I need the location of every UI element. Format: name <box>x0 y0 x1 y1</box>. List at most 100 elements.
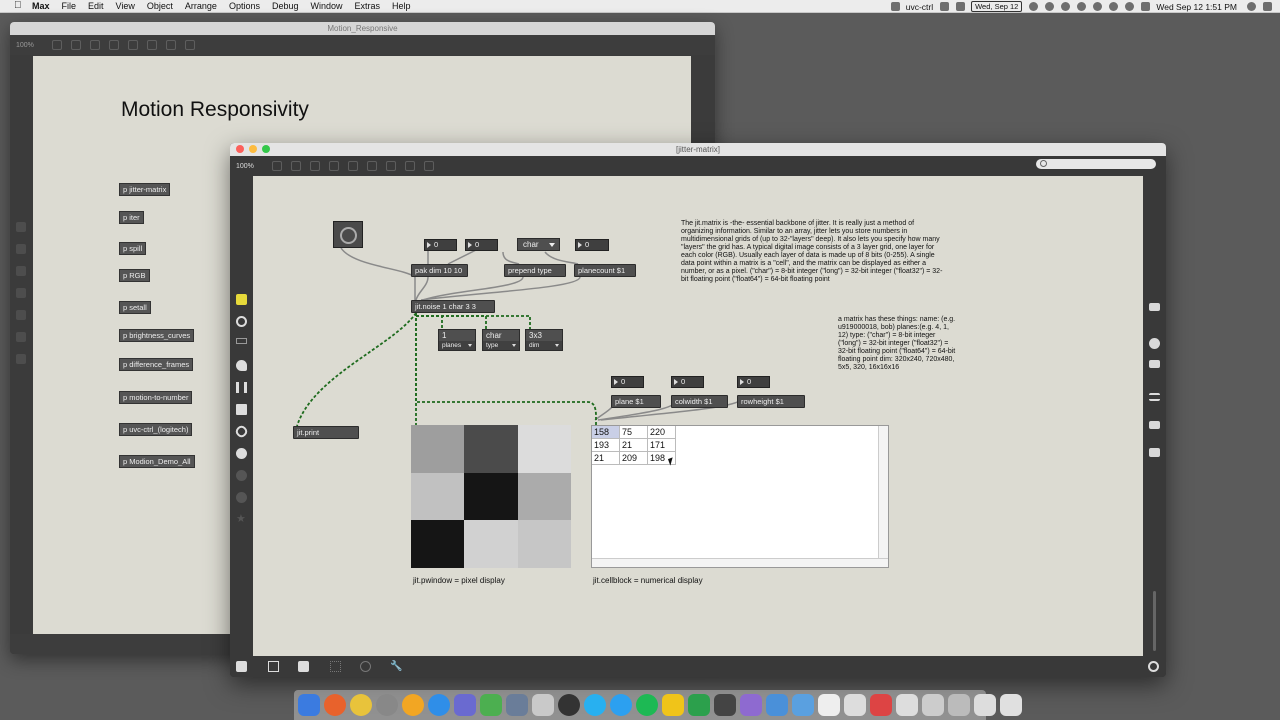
minimize-icon[interactable] <box>249 145 257 153</box>
zoom-icon[interactable] <box>262 145 270 153</box>
sync-icon[interactable] <box>1045 2 1055 11</box>
back-zoom-level[interactable]: 100% <box>16 42 34 49</box>
subpatcher-motion-to-number[interactable]: p motion-to-number <box>119 391 193 404</box>
cell-r2-c1[interactable]: 209 <box>620 452 648 465</box>
planecount-message[interactable]: planecount $1 <box>574 264 636 277</box>
snap-icon[interactable] <box>360 661 371 672</box>
document-stack-icon[interactable] <box>818 694 840 716</box>
jit-pwindow[interactable] <box>411 425 571 568</box>
menu-arrange[interactable]: Arrange <box>185 1 217 11</box>
cell-r2-c0[interactable]: 21 <box>592 452 620 465</box>
pak-object[interactable]: pak dim 10 10 <box>411 264 468 277</box>
type-attrui[interactable]: char type <box>482 329 520 351</box>
menu-object[interactable]: Object <box>147 1 173 11</box>
paint-app-icon[interactable] <box>740 694 762 716</box>
console-icon[interactable] <box>1149 303 1160 311</box>
cell-r0-c0[interactable]: 158 <box>592 426 620 439</box>
new-object-icon[interactable] <box>290 161 301 171</box>
plugin-icon[interactable] <box>236 448 247 459</box>
book-icon[interactable] <box>1149 421 1160 429</box>
menu-file[interactable]: File <box>62 1 77 11</box>
search-input[interactable] <box>1036 159 1156 169</box>
window-thumbnail-icon[interactable] <box>896 694 918 716</box>
window-thumbnail-icon[interactable] <box>870 694 892 716</box>
power-icon[interactable] <box>1148 661 1159 672</box>
cell-r1-c0[interactable]: 193 <box>592 439 620 452</box>
rowheight-message[interactable]: rowheight $1 <box>737 395 805 408</box>
image-icon[interactable] <box>236 404 247 415</box>
inspector-icon[interactable] <box>1149 338 1160 349</box>
patch-canvas[interactable]: 0 0 char 0 pak dim 10 10 prepend type pl… <box>253 176 1143 656</box>
volume-icon[interactable] <box>1141 2 1151 11</box>
zoom-slider[interactable] <box>1153 591 1156 651</box>
debug-icon[interactable] <box>404 161 415 171</box>
mail-icon[interactable] <box>956 2 966 11</box>
subpatcher-iter[interactable]: p iter <box>119 211 144 224</box>
messages-icon[interactable] <box>584 694 606 716</box>
finder-icon[interactable] <box>298 694 320 716</box>
dim-attrui[interactable]: 3x3 dim <box>525 329 563 351</box>
search-icon[interactable] <box>1247 2 1256 11</box>
cloud-icon[interactable] <box>1093 2 1103 11</box>
planes-attrui[interactable]: 1 planes <box>438 329 476 351</box>
window-thumbnail-icon[interactable] <box>844 694 866 716</box>
back-sidebar-icon[interactable] <box>16 332 26 342</box>
jit-print-object[interactable]: jit.print <box>293 426 359 439</box>
terminal-icon[interactable] <box>714 694 736 716</box>
text-editor-icon[interactable] <box>532 694 554 716</box>
help-circle-icon[interactable] <box>236 492 247 503</box>
notification-list-icon[interactable] <box>1263 2 1272 11</box>
back-sidebar-icon[interactable] <box>16 266 26 276</box>
safari-icon[interactable] <box>428 694 450 716</box>
keep-notes-icon[interactable] <box>662 694 684 716</box>
align-icon[interactable] <box>146 40 157 50</box>
number-box-dim-y[interactable]: 0 <box>465 239 498 251</box>
trash-icon[interactable] <box>1000 694 1022 716</box>
packages-icon[interactable] <box>236 470 247 481</box>
menu-debug[interactable]: Debug <box>272 1 299 11</box>
debug-icon[interactable] <box>165 40 176 50</box>
delete-icon[interactable] <box>328 161 339 171</box>
cell-r0-c1[interactable]: 75 <box>620 426 648 439</box>
camera-status-icon[interactable] <box>890 2 900 11</box>
pin-icon[interactable] <box>423 161 434 171</box>
pin-icon[interactable] <box>184 40 195 50</box>
time-machine-icon[interactable] <box>1077 2 1087 11</box>
menu-edit[interactable]: Edit <box>88 1 104 11</box>
presentation-icon[interactable] <box>51 40 62 50</box>
layers-icon[interactable] <box>385 161 396 171</box>
list-icon[interactable] <box>1149 393 1160 401</box>
evernote-icon[interactable] <box>688 694 710 716</box>
align-icon[interactable] <box>366 161 377 171</box>
front-zoom-level[interactable]: 100% <box>236 163 254 170</box>
subpatcher-brightness-curves[interactable]: p brightness_curves <box>119 329 195 342</box>
grid-icon[interactable] <box>127 40 138 50</box>
menu-view[interactable]: View <box>116 1 135 11</box>
back-sidebar-icon[interactable] <box>16 354 26 364</box>
type-umenu[interactable]: char <box>517 238 560 251</box>
back-sidebar-icon[interactable] <box>16 288 26 298</box>
number-box-colwidth[interactable]: 0 <box>671 376 704 388</box>
cell-r1-c1[interactable]: 21 <box>620 439 648 452</box>
menu-extras[interactable]: Extras <box>355 1 381 11</box>
documents-folder-icon[interactable] <box>792 694 814 716</box>
menu-window[interactable]: Window <box>311 1 343 11</box>
front-window-titlebar[interactable]: [jitter-matrix] <box>230 143 1166 156</box>
back-sidebar-icon[interactable] <box>16 244 26 254</box>
menu-options[interactable]: Options <box>229 1 260 11</box>
wrench-icon[interactable]: 🔧 <box>390 661 402 672</box>
clock[interactable]: Wed Sep 12 1:51 PM <box>1156 2 1237 12</box>
subpatcher-uvc-ctrl[interactable]: p uvc-ctrl_(logitech) <box>119 423 193 436</box>
bluetooth-icon[interactable] <box>1109 2 1119 11</box>
back-sidebar-icon[interactable] <box>16 310 26 320</box>
subpatcher-spill[interactable]: p spill <box>119 242 147 255</box>
cellblock-horizontal-scrollbar[interactable] <box>592 558 888 567</box>
downloads-folder-icon[interactable] <box>766 694 788 716</box>
number-box-rowheight[interactable]: 0 <box>737 376 770 388</box>
object-icon[interactable] <box>236 338 247 344</box>
menu-help[interactable]: Help <box>392 1 411 11</box>
reference-icon[interactable] <box>1149 360 1160 368</box>
number-box-plane[interactable]: 0 <box>611 376 644 388</box>
window-thumbnail-icon[interactable] <box>948 694 970 716</box>
toggle-button[interactable] <box>333 221 363 248</box>
